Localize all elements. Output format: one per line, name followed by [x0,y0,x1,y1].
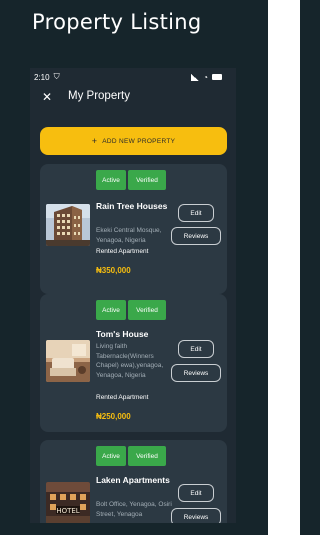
shield-icon: ⛉ [53,72,60,81]
app-bar: ✕ My Property [30,86,236,112]
phone-screen: 2:10 ⛉ ◔ ✕ My Property + ADD NEW PROPERT… [30,68,236,523]
status-badges: Active Verified [96,446,166,466]
property-type: Rented Apartment [96,248,149,255]
status-badges: Active Verified [96,170,166,190]
property-thumbnail[interactable] [46,340,90,382]
active-badge: Active [96,170,126,190]
property-name: Rain Tree Houses [96,201,168,211]
add-new-property-button[interactable]: + ADD NEW PROPERTY [40,127,227,155]
property-name: Laken Apartments [96,475,170,485]
app-bar-title: My Property [68,90,130,102]
wifi-icon: ◔ [203,72,208,82]
verified-badge: Verified [128,300,166,320]
edit-button[interactable]: Edit [178,340,214,358]
status-icons: ◔ [191,73,222,82]
plus-icon: + [91,136,98,146]
property-address: Living faith Tabernacle(Winners Chapel) … [96,343,164,379]
add-new-property-label: ADD NEW PROPERTY [102,137,176,145]
property-address: Ekeki Central Mosque, Yenagoa, Nigeria [96,227,162,244]
signal-icon [191,73,200,81]
property-price: ₦350,000 [96,266,131,275]
active-badge: Active [96,446,126,466]
status-badges: Active Verified [96,300,166,320]
property-type: Rented Apartment [96,394,149,401]
property-card: Active Verified Tom's House Living faith… [40,294,227,432]
property-thumbnail[interactable]: HOTEL [46,482,90,523]
edit-button[interactable]: Edit [178,204,214,222]
edit-button[interactable]: Edit [178,484,214,502]
active-badge: Active [96,300,126,320]
reviews-button[interactable]: Reviews [171,508,221,523]
reviews-button[interactable]: Reviews [171,364,221,382]
page-heading: Property Listing [32,10,202,34]
verified-badge: Verified [128,446,166,466]
status-time: 2:10 [34,72,50,82]
right-margin-strip [268,0,300,535]
property-name: Tom's House [96,329,149,339]
property-card: Active Verified Rain Tree Houses Ekeki C… [40,164,227,294]
battery-icon [212,74,222,80]
property-price: ₦250,000 [96,412,131,421]
status-bar: 2:10 ⛉ ◔ [30,68,236,86]
property-thumbnail[interactable] [46,204,90,246]
verified-badge: Verified [128,170,166,190]
close-icon[interactable]: ✕ [42,90,52,104]
property-card: Active Verified HOTEL Laken Apartments B… [40,440,227,523]
svg-text:HOTEL: HOTEL [56,507,79,515]
property-address: Bolt Office, Yenagoa, Osiri Street, Yena… [96,501,172,518]
reviews-button[interactable]: Reviews [171,227,221,245]
